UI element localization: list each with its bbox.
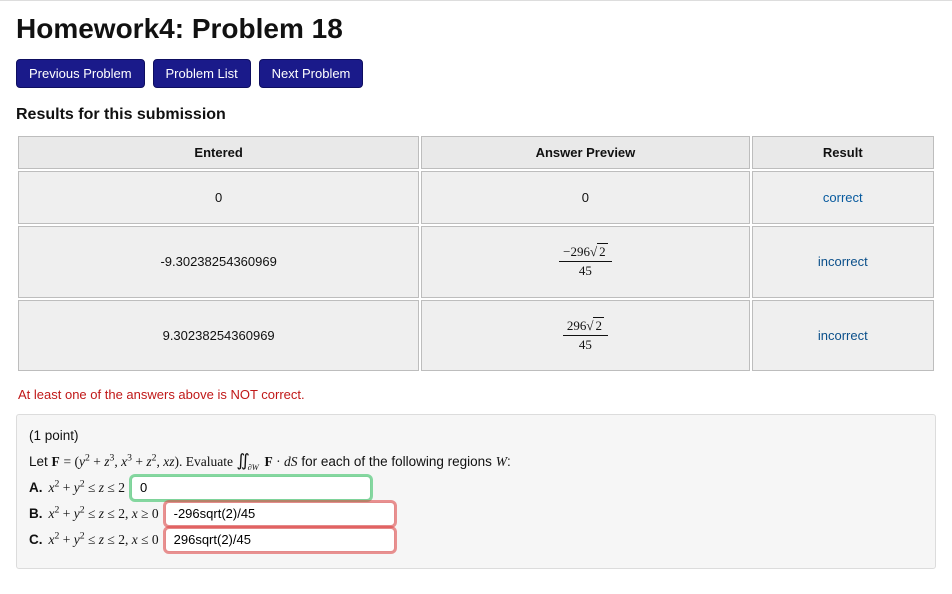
previous-problem-button[interactable]: Previous Problem — [16, 59, 145, 88]
F-def: = (y2 + z3, x3 + z2, xz). Evaluate — [64, 454, 237, 469]
part-A-region: x2 + y2 ≤ z ≤ 2 — [49, 477, 125, 499]
page-root: Homework4: Problem 18 Previous Problem P… — [0, 0, 952, 589]
next-problem-button[interactable]: Next Problem — [259, 59, 364, 88]
tail-text: for each of the following regions — [301, 454, 495, 469]
frac-num-lead: −296 — [563, 244, 590, 259]
part-B: B. x2 + y2 ≤ z ≤ 2, x ≥ 0 — [29, 502, 923, 526]
let-prefix: Let — [29, 454, 52, 469]
part-B-label: B. — [29, 503, 43, 525]
results-warning: At least one of the answers above is NOT… — [18, 387, 936, 402]
answer-input-C[interactable] — [165, 528, 395, 552]
results-table: Entered Answer Preview Result 0 0 correc… — [16, 134, 936, 373]
answer-input-B[interactable] — [165, 502, 395, 526]
part-B-region: x2 + y2 ≤ z ≤ 2, x ≥ 0 — [49, 503, 159, 525]
part-A-label: A. — [29, 477, 43, 499]
integral-boundary: ∂W — [248, 463, 259, 472]
results-row: 0 0 correct — [18, 171, 934, 224]
problem-text: Let F = (y2 + z3, x3 + z2, xz). Evaluate… — [29, 447, 923, 474]
part-A: A. x2 + y2 ≤ z ≤ 2 — [29, 476, 923, 500]
problem-statement: (1 point) Let F = (y2 + z3, x3 + z2, xz)… — [16, 414, 936, 569]
frac-num-rad: 2 — [597, 243, 608, 259]
fraction: −296√2 45 — [559, 245, 611, 279]
entered-cell: 0 — [18, 171, 419, 224]
problem-nav: Previous Problem Problem List Next Probl… — [16, 59, 936, 88]
part-C-label: C. — [29, 529, 43, 551]
frac-num-lead: 296 — [567, 318, 587, 333]
entered-cell: -9.30238254360969 — [18, 226, 419, 298]
preview-cell: 296√2 45 — [421, 300, 749, 372]
results-row: 9.30238254360969 296√2 45 incorrect — [18, 300, 934, 372]
result-cell: correct — [752, 171, 934, 224]
part-C-region: x2 + y2 ≤ z ≤ 2, x ≤ 0 — [49, 529, 159, 551]
part-C: C. x2 + y2 ≤ z ≤ 2, x ≤ 0 — [29, 528, 923, 552]
results-row: -9.30238254360969 −296√2 45 incorrect — [18, 226, 934, 298]
col-preview-header: Answer Preview — [421, 136, 749, 169]
col-entered-header: Entered — [18, 136, 419, 169]
page-title: Homework4: Problem 18 — [16, 13, 936, 45]
results-header-row: Entered Answer Preview Result — [18, 136, 934, 169]
col-result-header: Result — [752, 136, 934, 169]
preview-cell: 0 — [421, 171, 749, 224]
results-heading: Results for this submission — [16, 106, 936, 124]
vector-F: F — [52, 454, 60, 469]
fraction: 296√2 45 — [563, 319, 608, 353]
frac-den: 45 — [559, 262, 611, 278]
entered-cell: 9.30238254360969 — [18, 300, 419, 372]
answer-input-A[interactable] — [131, 476, 371, 500]
region-W: W — [496, 454, 507, 469]
result-cell: incorrect — [752, 300, 934, 372]
result-cell: incorrect — [752, 226, 934, 298]
preview-cell: −296√2 45 — [421, 226, 749, 298]
frac-num-rad: 2 — [593, 317, 604, 333]
integrand: F · ddSS — [265, 454, 298, 469]
frac-den: 45 — [563, 336, 608, 352]
points-line: (1 point) — [29, 425, 923, 447]
problem-list-button[interactable]: Problem List — [153, 59, 251, 88]
